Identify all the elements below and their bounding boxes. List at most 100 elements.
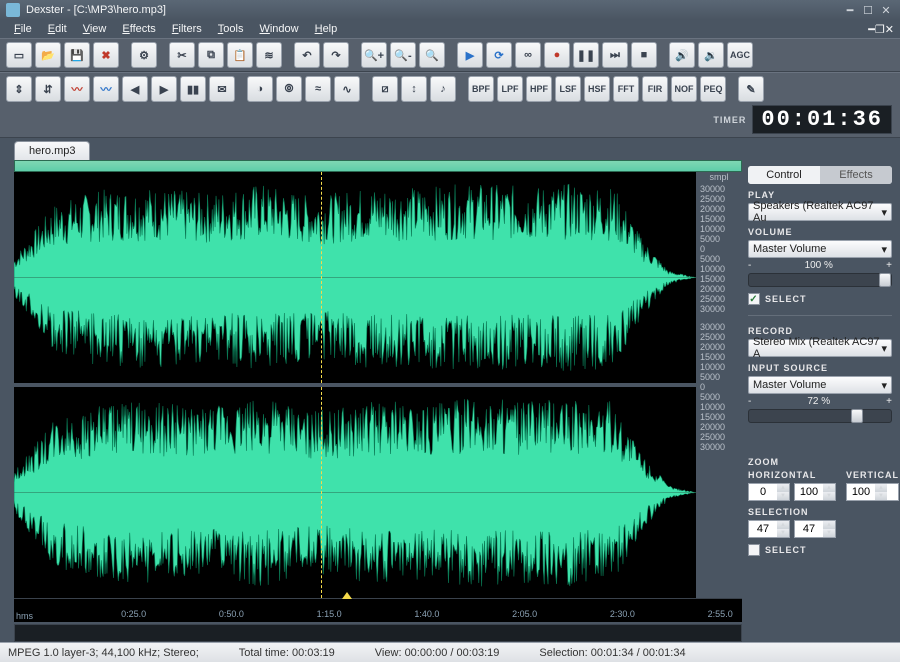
speaker-right-icon[interactable]: 🔉 xyxy=(698,42,724,68)
tab-control[interactable]: Control xyxy=(748,166,820,184)
zoom-in-icon[interactable]: 🔍+ xyxy=(361,42,387,68)
zoom-h-from-input[interactable] xyxy=(749,484,777,500)
open-file-icon[interactable]: 📂 xyxy=(35,42,61,68)
hsf-button[interactable]: HSF xyxy=(584,76,610,102)
play-loop-icon[interactable]: ⟳ xyxy=(486,42,512,68)
chevron-up-icon[interactable]: ▲ xyxy=(823,521,835,529)
volume-device-combo[interactable]: Master Volume ▾ xyxy=(748,240,892,258)
nof-button[interactable]: NOF xyxy=(671,76,697,102)
chevron-down-icon[interactable]: ▼ xyxy=(823,529,835,537)
chevron-down-icon[interactable]: ▼ xyxy=(875,492,887,500)
mix-paste-icon[interactable]: ≋ xyxy=(256,42,282,68)
menu-view[interactable]: View xyxy=(75,22,115,36)
play-icon[interactable]: ▶ xyxy=(457,42,483,68)
tab-file[interactable]: hero.mp3 xyxy=(14,141,90,160)
lpf-button[interactable]: LPF xyxy=(497,76,523,102)
redo-icon[interactable]: ↷ xyxy=(323,42,349,68)
undo-icon[interactable]: ↶ xyxy=(294,42,320,68)
zoom-h-to-input[interactable] xyxy=(795,484,823,500)
delete-icon[interactable]: ✖ xyxy=(93,42,119,68)
zoom-v-stepper[interactable]: ▲▼ xyxy=(846,483,899,501)
volume-slider[interactable] xyxy=(748,273,892,287)
selection-to-stepper[interactable]: ▲▼ xyxy=(794,520,836,538)
echo-icon[interactable]: ⦾ xyxy=(276,76,302,102)
expand-icon[interactable]: ⇕ xyxy=(6,76,32,102)
bpf-button[interactable]: BPF xyxy=(468,76,494,102)
agc-button[interactable]: AGC xyxy=(727,42,753,68)
envelope-icon[interactable]: ✉ xyxy=(209,76,235,102)
chevron-up-icon[interactable]: ▲ xyxy=(875,484,887,492)
eq-bars-icon[interactable]: ▮▮ xyxy=(180,76,206,102)
timeline-ruler-top[interactable] xyxy=(14,160,742,172)
input-plus[interactable]: + xyxy=(886,396,892,407)
skip-icon[interactable]: ⏭ xyxy=(602,42,628,68)
volume-plus[interactable]: + xyxy=(886,260,892,271)
chevron-up-icon[interactable]: ▲ xyxy=(777,521,789,529)
zoom-out-icon[interactable]: 🔍- xyxy=(390,42,416,68)
fir-button[interactable]: FIR xyxy=(642,76,668,102)
input-minus[interactable]: - xyxy=(748,396,751,407)
chevron-down-icon[interactable]: ▼ xyxy=(777,492,789,500)
flanger-icon[interactable]: ∿ xyxy=(334,76,360,102)
chevron-down-icon[interactable]: ▼ xyxy=(823,492,835,500)
play-device-combo[interactable]: Speakers (Realtek AC97 Au ▾ xyxy=(748,203,892,221)
peq-button[interactable]: PEQ xyxy=(700,76,726,102)
select-checkbox-2[interactable]: SELECT xyxy=(748,544,892,556)
child-close-button[interactable]: ✕ xyxy=(885,23,894,36)
save-icon[interactable]: 💾 xyxy=(64,42,90,68)
menu-edit[interactable]: Edit xyxy=(40,22,75,36)
new-file-icon[interactable]: ▭ xyxy=(6,42,32,68)
minimize-button[interactable]: ━ xyxy=(842,3,858,17)
edit-wave-icon[interactable]: ✎ xyxy=(738,76,764,102)
copy-icon[interactable]: ⧉ xyxy=(198,42,224,68)
selection-to-input[interactable] xyxy=(795,521,823,537)
record-device-combo[interactable]: Stereo Mix (Realtek AC97 A ▾ xyxy=(748,339,892,357)
input-slider[interactable] xyxy=(748,409,892,423)
chevron-up-icon[interactable]: ▲ xyxy=(823,484,835,492)
zoom-fit-icon[interactable]: 🔍 xyxy=(419,42,445,68)
selection-from-stepper[interactable]: ▲▼ xyxy=(748,520,790,538)
menu-filters[interactable]: Filters xyxy=(164,22,210,36)
volume-minus[interactable]: - xyxy=(748,260,751,271)
zoom-v-input[interactable] xyxy=(847,484,875,500)
chevron-up-icon[interactable]: ▲ xyxy=(777,484,789,492)
tab-effects[interactable]: Effects xyxy=(820,166,892,184)
gear-icon[interactable]: ⚙ xyxy=(131,42,157,68)
paste-icon[interactable]: 📋 xyxy=(227,42,253,68)
stop-icon[interactable]: ■ xyxy=(631,42,657,68)
menu-tools[interactable]: Tools xyxy=(210,22,252,36)
zoom-h-from-stepper[interactable]: ▲▼ xyxy=(748,483,790,501)
menu-file[interactable]: File xyxy=(6,22,40,36)
lsf-button[interactable]: LSF xyxy=(555,76,581,102)
zoom-h-to-stepper[interactable]: ▲▼ xyxy=(794,483,836,501)
hpf-button[interactable]: HPF xyxy=(526,76,552,102)
menu-effects[interactable]: Effects xyxy=(114,22,163,36)
close-button[interactable]: ✕ xyxy=(878,3,894,17)
reverb-icon[interactable]: ◑ xyxy=(247,76,273,102)
wave-red-icon[interactable]: 〰 xyxy=(64,76,90,102)
loop-icon[interactable]: ∞ xyxy=(515,42,541,68)
cut-icon[interactable]: ✂ xyxy=(169,42,195,68)
chorus-icon[interactable]: ≈ xyxy=(305,76,331,102)
fade-out-icon[interactable]: ▶ xyxy=(151,76,177,102)
stretch-icon[interactable]: ↕ xyxy=(401,76,427,102)
playhead-marker-bottom-icon[interactable] xyxy=(342,592,352,599)
music-note-icon[interactable]: ♪ xyxy=(430,76,456,102)
pause-icon[interactable]: ❚❚ xyxy=(573,42,599,68)
menu-window[interactable]: Window xyxy=(251,22,306,36)
selection-from-input[interactable] xyxy=(749,521,777,537)
maximize-button[interactable]: ☐ xyxy=(860,3,876,17)
fft-button[interactable]: FFT xyxy=(613,76,639,102)
compress-icon[interactable]: ⇵ xyxy=(35,76,61,102)
record-icon[interactable]: ● xyxy=(544,42,570,68)
wave-blue-icon[interactable]: 〰 xyxy=(93,76,119,102)
graph-icon[interactable]: ⧄ xyxy=(372,76,398,102)
select-checkbox-1[interactable]: ✓ SELECT xyxy=(748,293,892,305)
input-source-combo[interactable]: Master Volume ▾ xyxy=(748,376,892,394)
chevron-down-icon[interactable]: ▼ xyxy=(777,529,789,537)
fade-in-icon[interactable]: ◀ xyxy=(122,76,148,102)
speaker-left-icon[interactable]: 🔊 xyxy=(669,42,695,68)
waveform-left-channel[interactable] xyxy=(14,172,696,383)
child-restore-button[interactable]: ❐ xyxy=(875,23,885,36)
waveform-right-channel[interactable] xyxy=(14,387,696,598)
